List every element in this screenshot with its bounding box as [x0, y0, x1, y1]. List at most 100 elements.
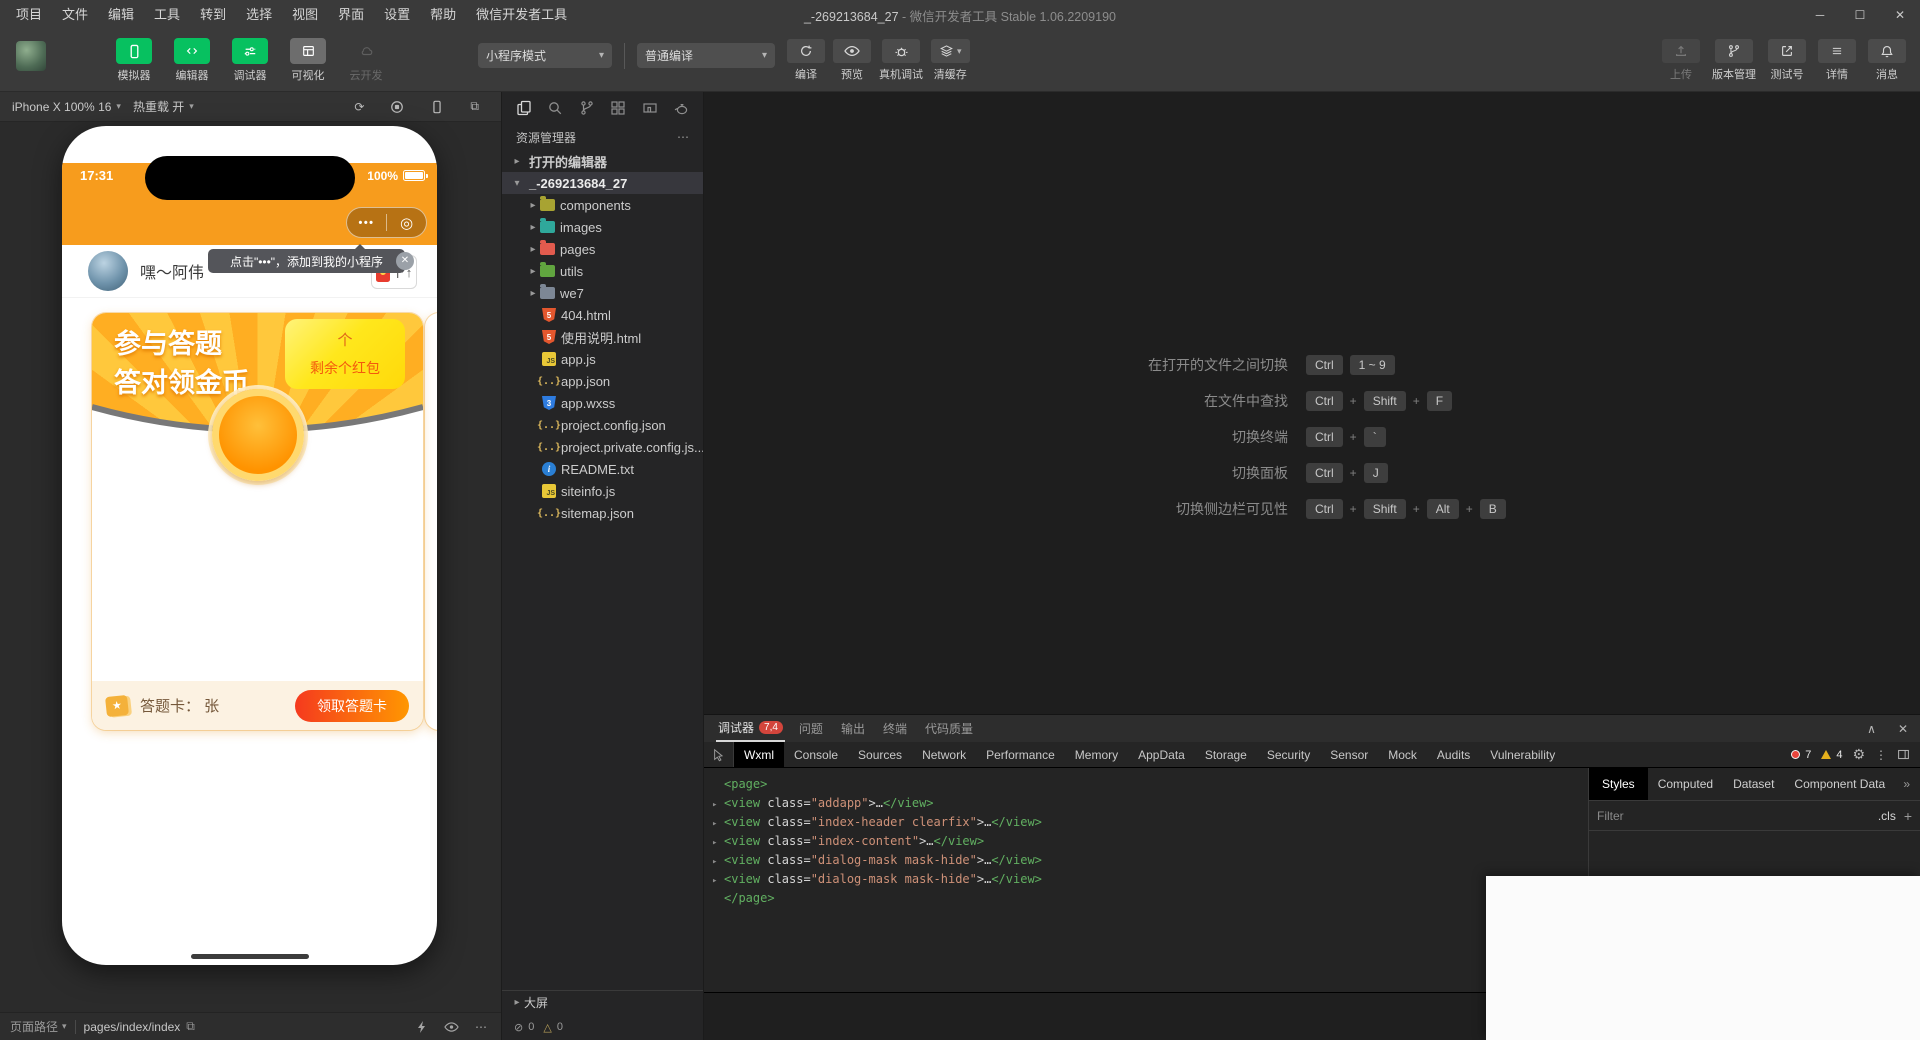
expand-icon[interactable]: ▸	[712, 835, 724, 852]
teapot-icon[interactable]	[673, 100, 689, 116]
rotate-icon[interactable]: ⟳	[354, 100, 364, 114]
upload-button[interactable]: 上传	[1662, 39, 1700, 82]
add-style-icon[interactable]: +	[1904, 808, 1912, 824]
devtools-tab-security[interactable]: Security	[1257, 742, 1320, 767]
record-icon[interactable]	[390, 100, 404, 114]
more-icon[interactable]: ⋯	[475, 1020, 487, 1034]
get-answer-card-button[interactable]: 领取答题卡	[295, 690, 409, 722]
tree-file[interactable]: JSsiteinfo.js	[502, 480, 703, 502]
compile-select[interactable]: 普通编译 ▾	[637, 43, 775, 68]
details-button[interactable]: 详情	[1818, 39, 1856, 82]
debugger-button[interactable]: 调试器	[226, 38, 274, 83]
tree-file[interactable]: 5使用说明.html	[502, 326, 703, 348]
collapse-panel-icon[interactable]: ∧	[1867, 722, 1876, 736]
clear-cache-button[interactable]: ▾清缓存	[931, 39, 970, 82]
capsule-button[interactable]: ••• ◎	[346, 207, 427, 238]
devtools-tab-appdata[interactable]: AppData	[1128, 742, 1195, 767]
wxml-node[interactable]: ▸<view class="index-header clearfix">…</…	[712, 814, 1588, 833]
wxml-node[interactable]: ▸<view class="dialog-mask mask-hide">…</…	[712, 871, 1588, 890]
expand-icon[interactable]: ▸	[712, 797, 724, 814]
menu-item-2[interactable]: 编辑	[98, 0, 144, 30]
tree-file[interactable]: {..}project.private.config.js...	[502, 436, 703, 458]
cloud-button[interactable]: 云开发	[342, 38, 390, 83]
devtools-tab-memory[interactable]: Memory	[1065, 742, 1128, 767]
chevron-right-icon[interactable]: ▸	[526, 288, 540, 299]
chevron-right-icon[interactable]: ▸	[510, 156, 524, 167]
menu-item-0[interactable]: 项目	[6, 0, 52, 30]
user-avatar[interactable]	[16, 41, 46, 71]
visual-button[interactable]: 可视化	[284, 38, 332, 83]
devtools-tab-audits[interactable]: Audits	[1427, 742, 1480, 767]
message-button[interactable]: 消息	[1868, 39, 1906, 82]
preview-button[interactable]: 预览	[833, 39, 871, 82]
chevron-right-icon[interactable]: ▸	[526, 266, 540, 277]
tree-file[interactable]: {..}sitemap.json	[502, 502, 703, 524]
devtools-tab-network[interactable]: Network	[912, 742, 976, 767]
expand-icon[interactable]: ▸	[712, 816, 724, 833]
menu-item-9[interactable]: 帮助	[420, 0, 466, 30]
devtools-tab-sources[interactable]: Sources	[848, 742, 912, 767]
tree-file[interactable]: {..}project.config.json	[502, 414, 703, 436]
version-button[interactable]: 版本管理	[1712, 39, 1756, 82]
expand-icon[interactable]: ▸	[712, 854, 724, 871]
dock-side-icon[interactable]	[1897, 748, 1910, 761]
wxml-node[interactable]: ▸<view class="index-content">…</view>	[712, 833, 1588, 852]
tooltip-close-icon[interactable]: ✕	[396, 252, 414, 270]
menu-item-5[interactable]: 选择	[236, 0, 282, 30]
menu-item-3[interactable]: 工具	[144, 0, 190, 30]
performance-bolt-icon[interactable]	[416, 1020, 428, 1034]
expand-icon[interactable]: ▸	[712, 873, 724, 890]
styles-filter-input[interactable]	[1597, 809, 1870, 823]
inspect-element-icon[interactable]	[704, 742, 734, 767]
styles-tab-dataset[interactable]: Dataset	[1723, 768, 1784, 800]
device-debug-button[interactable]: 真机调试	[879, 39, 923, 82]
multi-window-icon[interactable]: ⧉	[470, 99, 479, 114]
eye-icon[interactable]	[444, 1021, 459, 1033]
simulator-button[interactable]: 模拟器	[110, 38, 158, 83]
user-photo-avatar[interactable]	[88, 251, 128, 291]
chevron-right-icon[interactable]: ▸	[526, 244, 540, 255]
devtools-tab-storage[interactable]: Storage	[1195, 742, 1257, 767]
tree-folder-images[interactable]: ▸images	[502, 216, 703, 238]
chevron-right-icon[interactable]: ▸	[510, 997, 524, 1008]
minimize-icon[interactable]: ─	[1800, 0, 1840, 30]
tab-问题[interactable]: 问题	[799, 720, 823, 737]
tree-file[interactable]: {..}app.json	[502, 370, 703, 392]
menu-item-1[interactable]: 文件	[52, 0, 98, 30]
tree-file[interactable]: iREADME.txt	[502, 458, 703, 480]
devtools-tab-console[interactable]: Console	[784, 742, 848, 767]
wxml-node[interactable]: <page>	[712, 776, 1588, 795]
devtools-tab-vulnerability[interactable]: Vulnerability	[1480, 742, 1565, 767]
more-dots-icon[interactable]: •••	[347, 217, 386, 229]
tree-file[interactable]: 3app.wxss	[502, 392, 703, 414]
compile-button[interactable]: 编译	[787, 39, 825, 82]
editor-button[interactable]: 编辑器	[168, 38, 216, 83]
close-panel-icon[interactable]: ✕	[1898, 722, 1908, 736]
menu-item-6[interactable]: 视图	[282, 0, 328, 30]
hot-reload-select[interactable]: 热重载 开 ▾	[133, 98, 194, 115]
devtools-tab-wxml[interactable]: Wxml	[734, 742, 784, 767]
maximize-icon[interactable]: ☐	[1840, 0, 1880, 30]
extensions-icon[interactable]	[610, 100, 626, 116]
styles-tab-styles[interactable]: Styles	[1589, 768, 1648, 800]
big-screen-section[interactable]: ▸ 大屏	[502, 990, 703, 1014]
tree-file[interactable]: JSapp.js	[502, 348, 703, 370]
tree-folder-utils[interactable]: ▸utils	[502, 260, 703, 282]
tab-代码质量[interactable]: 代码质量	[925, 720, 973, 737]
copy-icon[interactable]: ⧉	[186, 1019, 195, 1034]
menu-item-8[interactable]: 设置	[374, 0, 420, 30]
devtools-tab-performance[interactable]: Performance	[976, 742, 1065, 767]
devtools-tab-sensor[interactable]: Sensor	[1320, 742, 1378, 767]
tree-item-project-root[interactable]: ▾_-269213684_27	[502, 172, 703, 194]
git-branch-icon[interactable]	[579, 100, 595, 116]
chevron-right-icon[interactable]: ▸	[526, 200, 540, 211]
tree-file[interactable]: 5404.html	[502, 304, 703, 326]
phone-frame-icon[interactable]	[430, 100, 444, 114]
tab-终端[interactable]: 终端	[883, 720, 907, 737]
gold-coin-icon[interactable]	[212, 389, 304, 481]
wxml-node[interactable]: </page>	[712, 890, 1588, 909]
tab-debugger[interactable]: 调试器 7,4	[716, 715, 785, 742]
menu-item-4[interactable]: 转到	[190, 0, 236, 30]
page-path-dropdown[interactable]: 页面路径 ▾	[10, 1018, 67, 1035]
chevron-down-icon[interactable]: ▾	[510, 178, 524, 189]
